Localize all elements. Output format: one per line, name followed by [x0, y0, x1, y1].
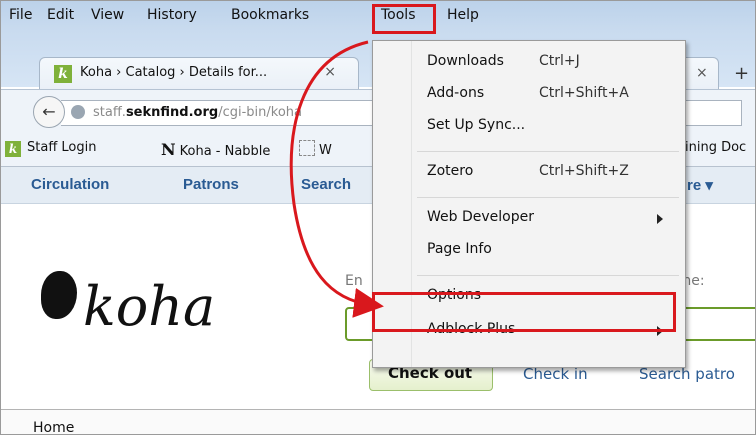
- shortcut-add-ons: Ctrl+Shift+A: [539, 85, 629, 101]
- entry-label: En: [345, 273, 363, 289]
- bookmark-koha-nabble[interactable]: N Koha - Nabble: [161, 140, 270, 159]
- nabble-icon: N: [161, 140, 176, 159]
- menu-item-downloads[interactable]: Downloads: [427, 53, 504, 69]
- menu-file[interactable]: File: [9, 7, 32, 23]
- bookmark-training-doc[interactable]: ining Doc: [685, 140, 746, 155]
- nav-more[interactable]: re ▾: [687, 176, 713, 194]
- koha-logo-mark-icon: [41, 271, 77, 319]
- breadcrumb-home[interactable]: Home: [33, 420, 74, 434]
- menu-separator: [417, 275, 679, 276]
- new-tab-icon[interactable]: +: [734, 63, 749, 84]
- url-path: /cgi-bin/koha: [218, 105, 302, 120]
- shortcut-zotero: Ctrl+Shift+Z: [539, 163, 629, 179]
- koha-favicon-icon: k: [54, 65, 72, 83]
- menu-view[interactable]: View: [91, 7, 124, 23]
- menu-item-web-developer[interactable]: Web Developer: [427, 209, 534, 225]
- menu-help[interactable]: Help: [447, 7, 479, 23]
- bookmark-staff-login[interactable]: k Staff Login: [5, 140, 96, 157]
- menu-item-add-ons[interactable]: Add-ons: [427, 85, 484, 101]
- menu-item-zotero[interactable]: Zotero: [427, 163, 473, 179]
- bookmark-label: ining Doc: [685, 140, 747, 155]
- url-domain: seknfind.org: [125, 105, 219, 120]
- menu-bookmarks[interactable]: Bookmarks: [231, 7, 309, 23]
- globe-icon: [71, 105, 85, 119]
- nav-search[interactable]: Search: [301, 176, 351, 193]
- bookmark-label: W: [319, 143, 332, 158]
- bookmark-w[interactable]: W: [299, 140, 332, 158]
- options-highlight: [372, 292, 676, 332]
- menu-history[interactable]: History: [147, 7, 197, 23]
- tab-koha-details[interactable]: k Koha › Catalog › Details for... ×: [39, 57, 359, 90]
- nav-circulation[interactable]: Circulation: [31, 176, 109, 193]
- bookmark-label: Koha - Nabble: [179, 144, 271, 159]
- bookmark-label: Staff Login: [27, 140, 97, 155]
- menu-item-page-info[interactable]: Page Info: [427, 241, 492, 257]
- back-button[interactable]: ←: [33, 96, 65, 128]
- menu-edit[interactable]: Edit: [47, 7, 74, 23]
- url-text: staff.seknfind.org/cgi-bin/koha: [93, 105, 302, 120]
- koha-logo: koha: [83, 275, 216, 338]
- url-prefix: staff.: [93, 105, 126, 120]
- tab-close-icon[interactable]: ×: [696, 65, 708, 81]
- submenu-arrow-icon: [657, 214, 663, 224]
- tab-label: Koha › Catalog › Details for...: [80, 65, 268, 80]
- menu-separator: [417, 151, 679, 152]
- breadcrumb-bar: Home: [1, 409, 755, 434]
- nav-patrons[interactable]: Patrons: [183, 176, 239, 193]
- tools-menu-highlight: [372, 4, 436, 34]
- koha-favicon-icon: k: [5, 141, 21, 157]
- folder-icon: [299, 140, 315, 156]
- shortcut-downloads: Ctrl+J: [539, 53, 580, 69]
- menu-separator: [417, 197, 679, 198]
- tab-close-icon[interactable]: ×: [324, 64, 336, 80]
- menu-item-set-up-sync[interactable]: Set Up Sync...: [427, 117, 525, 133]
